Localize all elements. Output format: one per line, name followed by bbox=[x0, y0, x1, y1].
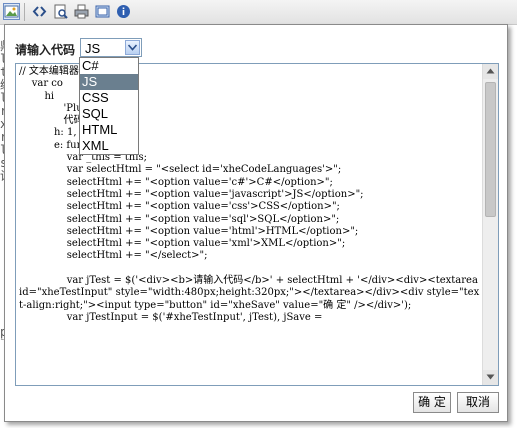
code-line: selectHtml += "<option value='c#'>C#</op… bbox=[19, 176, 333, 188]
ok-button[interactable]: 确 定 bbox=[413, 392, 451, 413]
dropdown-option[interactable]: HTML bbox=[80, 122, 138, 138]
about-icon[interactable] bbox=[115, 3, 132, 20]
dropdown-option[interactable]: JS bbox=[80, 74, 138, 90]
print-icon[interactable] bbox=[73, 3, 90, 20]
code-line: selectHtml += "<option value='html'>HTML… bbox=[19, 225, 359, 237]
fullscreen-icon[interactable] bbox=[94, 3, 111, 20]
scroll-down-icon[interactable] bbox=[483, 370, 498, 385]
language-select[interactable]: JS bbox=[80, 38, 142, 57]
editor-toolbar bbox=[0, 0, 517, 25]
code-line: selectHtml += "<option value='css'>CSS</… bbox=[19, 201, 340, 213]
dropdown-option[interactable]: C# bbox=[80, 58, 138, 74]
dropdown-option[interactable]: CSS bbox=[80, 90, 138, 106]
chevron-down-icon[interactable] bbox=[125, 40, 140, 55]
code-line: var jTest = $('<div><b>请输入代码</b>' + sele… bbox=[19, 275, 482, 311]
toolbar-separator bbox=[24, 3, 25, 21]
scroll-thumb[interactable] bbox=[485, 82, 496, 217]
language-label: 请输入代码 bbox=[15, 43, 76, 57]
code-line: selectHtml += "<option value='xml'>XML</… bbox=[19, 238, 346, 250]
scroll-up-icon[interactable] bbox=[483, 64, 498, 79]
code-line: selectHtml += "<option value='javascript… bbox=[19, 188, 364, 200]
insert-image-icon[interactable] bbox=[3, 3, 20, 20]
vertical-scrollbar[interactable] bbox=[482, 64, 498, 385]
code-line: selectHtml += "<option value='sql'>SQL</… bbox=[19, 213, 340, 225]
code-icon[interactable] bbox=[31, 3, 48, 20]
dropdown-option[interactable]: SQL bbox=[80, 106, 138, 122]
code-line: selectHtml += "</select>"; bbox=[19, 250, 208, 262]
insert-code-dialog: 请输入代码 JS C# JS CSS SQL HTML XML // 文本编辑器 插件 v… bbox=[4, 24, 508, 422]
language-select-value: JS bbox=[85, 41, 101, 56]
dropdown-option[interactable]: XML bbox=[80, 138, 138, 154]
cancel-button[interactable]: 取消 bbox=[457, 392, 499, 413]
code-line: var jTestInput = $('#xheTestInput', jTes… bbox=[19, 311, 323, 323]
preview-icon[interactable] bbox=[52, 3, 69, 20]
code-line: var selectHtml = "<select id='xheCodeLan… bbox=[19, 164, 342, 176]
language-dropdown-list: C# JS CSS SQL HTML XML bbox=[79, 57, 139, 155]
